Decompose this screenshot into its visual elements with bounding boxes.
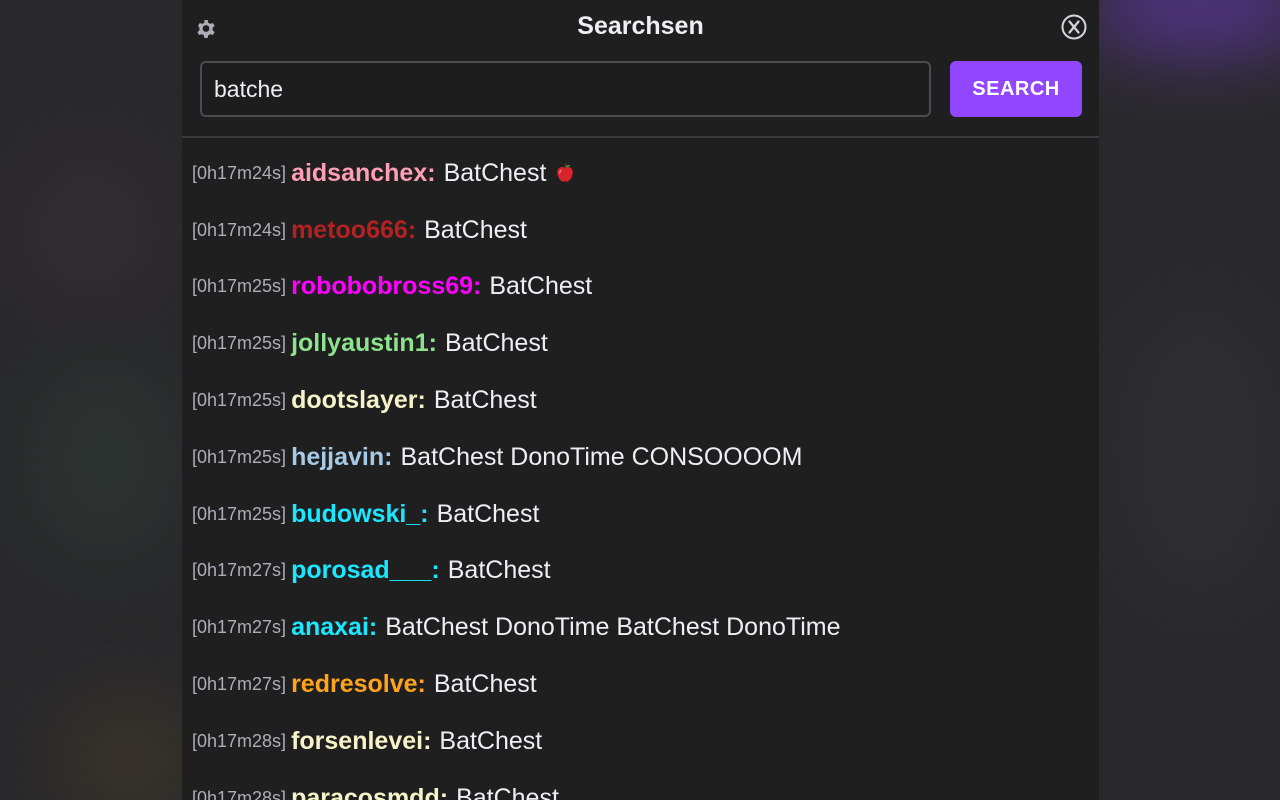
- message-timestamp[interactable]: [0h17m27s]: [192, 560, 286, 581]
- message-username: forsenlevei: [291, 726, 424, 755]
- message-timestamp[interactable]: [0h17m24s]: [192, 163, 286, 184]
- message-username: jollyaustin1: [291, 329, 429, 358]
- results-list: [0h17m24s] aidsanchex: BatChest [0h17m24s] m…: [192, 145, 1099, 800]
- background-blur-shape: [20, 150, 160, 310]
- message-text: BatChest DonoTime BatChest DonoTime: [385, 613, 841, 642]
- background-blur-shape: [1120, 300, 1280, 600]
- message-timestamp[interactable]: [0h17m25s]: [192, 333, 286, 354]
- message-timestamp[interactable]: [0h17m25s]: [192, 504, 286, 525]
- message-timestamp[interactable]: [0h17m25s]: [192, 390, 286, 411]
- search-button[interactable]: SEARCH: [950, 61, 1082, 117]
- message-text: BatChest: [443, 158, 547, 187]
- message-text: BatChest: [424, 215, 527, 244]
- message-timestamp[interactable]: [0h17m25s]: [192, 447, 286, 468]
- message-text: BatChest: [447, 556, 551, 585]
- username-separator: :: [417, 670, 426, 699]
- message-username: dootslayer: [291, 386, 418, 415]
- message-timestamp[interactable]: [0h17m27s]: [192, 674, 286, 695]
- chat-message: [0h17m25s] jollyaustin1: BatChest: [192, 315, 1099, 372]
- chat-message: [0h17m28s] forsenlevei: BatChest: [192, 713, 1099, 770]
- message-username: hejjavin: [291, 442, 385, 471]
- message-timestamp[interactable]: [0h17m27s]: [192, 617, 286, 638]
- message-username: paracosmdd: [291, 783, 440, 800]
- message-username: robobobross69: [291, 272, 474, 301]
- search-input[interactable]: [200, 61, 931, 117]
- username-separator: :: [384, 442, 393, 471]
- username-separator: :: [427, 158, 436, 187]
- message-timestamp[interactable]: [0h17m24s]: [192, 220, 286, 241]
- chat-message: [0h17m24s] aidsanchex: BatChest: [192, 145, 1099, 202]
- message-username: anaxai: [291, 613, 369, 642]
- message-text: BatChest: [433, 670, 537, 699]
- username-separator: :: [423, 726, 432, 755]
- chat-message: [0h17m25s] dootslayer: BatChest: [192, 372, 1099, 429]
- chat-message: [0h17m27s] anaxai: BatChest DonoTime BatCh…: [192, 599, 1099, 656]
- search-bar: SEARCH: [200, 61, 1082, 117]
- message-username: porosad___: [291, 556, 432, 585]
- username-separator: :: [368, 613, 378, 642]
- username-separator: :: [473, 272, 482, 301]
- background-blur-shape: [1080, 0, 1280, 50]
- message-username: redresolve: [291, 670, 418, 699]
- message-text: BatChest: [436, 499, 540, 528]
- message-username: aidsanchex: [291, 158, 428, 187]
- message-timestamp[interactable]: [0h17m25s]: [192, 276, 286, 297]
- chat-message: [0h17m25s] budowski_: BatChest: [192, 486, 1099, 543]
- chat-message: [0h17m24s] metoo666: BatChest: [192, 202, 1099, 259]
- message-text: BatChest: [456, 783, 559, 800]
- chat-message: [0h17m27s] redresolve: BatChest: [192, 656, 1099, 713]
- panel-header: Searchsen: [182, 0, 1099, 54]
- chat-message: [0h17m28s] paracosmdd: BatChest: [192, 770, 1099, 800]
- apple-icon: [554, 162, 576, 184]
- message-text: BatChest DonoTime CONSOOOOM: [400, 442, 803, 471]
- username-separator: :: [439, 783, 449, 800]
- message-timestamp[interactable]: [0h17m28s]: [192, 788, 286, 800]
- username-separator: :: [407, 215, 417, 244]
- app-title: Searchsen: [577, 12, 704, 40]
- divider: [182, 136, 1099, 138]
- search-panel: Searchsen SEARCH [0h17m24s]aidsanchex:Ba…: [182, 0, 1099, 800]
- username-separator: :: [428, 329, 437, 358]
- close-icon[interactable]: [1061, 14, 1087, 40]
- message-text: BatChest: [489, 272, 593, 301]
- message-username: metoo666: [291, 215, 408, 244]
- chat-message: [0h17m27s] porosad___: BatChest: [192, 543, 1099, 600]
- message-text: BatChest: [433, 386, 537, 415]
- chat-message: [0h17m25s] robobobross69: BatChest: [192, 259, 1099, 316]
- background-blur-shape: [30, 360, 180, 560]
- message-username: budowski_: [291, 499, 421, 528]
- message-text: BatChest: [439, 726, 543, 755]
- username-separator: :: [417, 386, 426, 415]
- message-text: BatChest: [444, 329, 548, 358]
- chat-message: [0h17m25s] hejjavin: BatChest DonoTime CON…: [192, 429, 1099, 486]
- background-blur-shape: [60, 700, 200, 800]
- username-separator: :: [420, 499, 429, 528]
- message-timestamp[interactable]: [0h17m28s]: [192, 731, 286, 752]
- username-separator: :: [431, 556, 440, 585]
